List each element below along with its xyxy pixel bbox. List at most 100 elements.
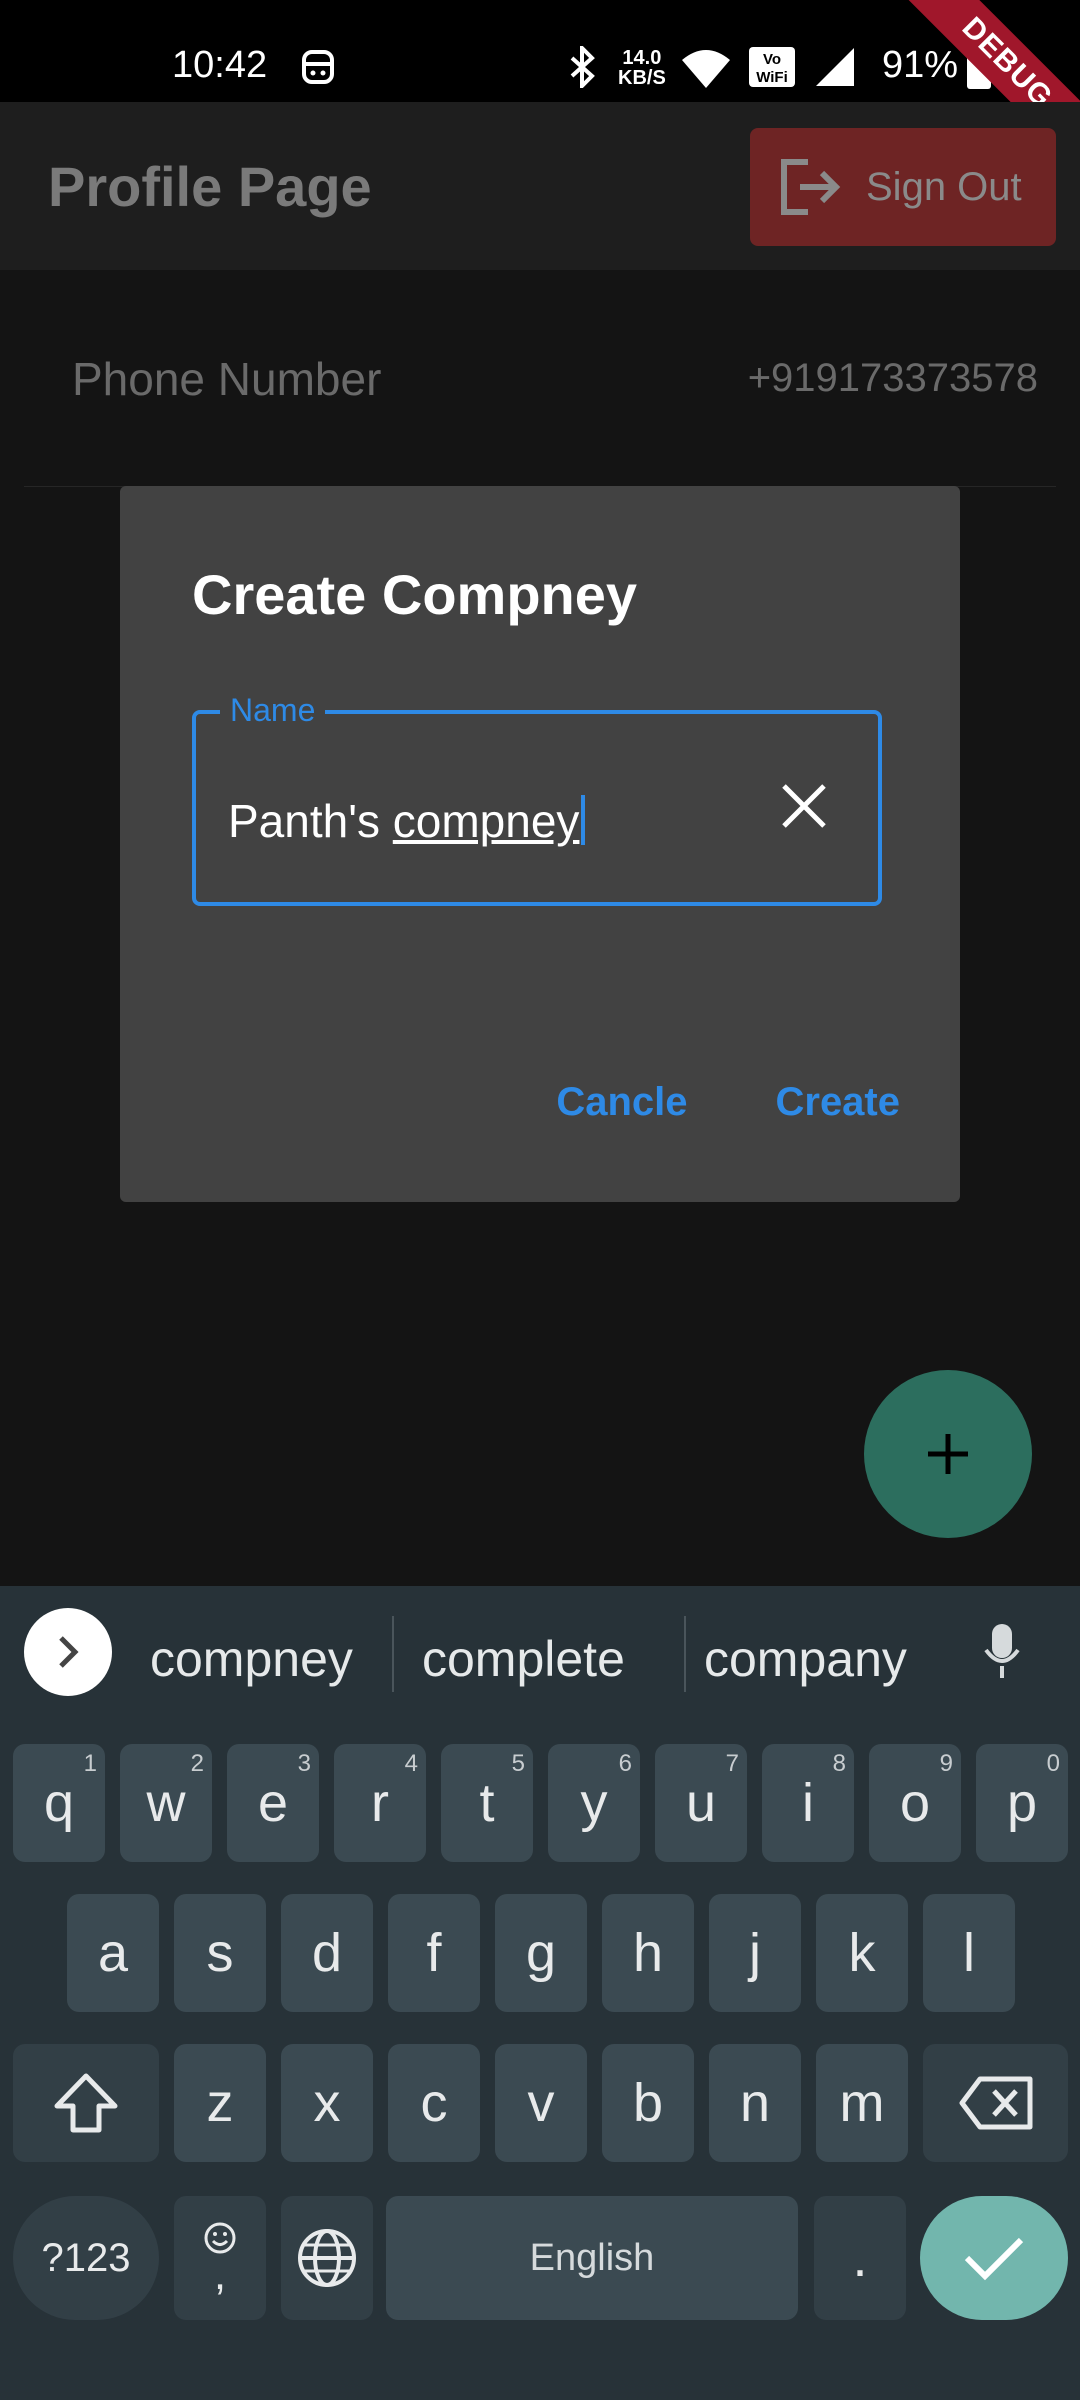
plus-icon <box>928 1434 968 1474</box>
key-w[interactable]: w2 <box>120 1744 212 1862</box>
name-value-composing: compney <box>392 795 580 847</box>
key-e-label: e <box>257 1773 289 1833</box>
create-button[interactable]: Create <box>775 1080 900 1125</box>
enter-key[interactable] <box>920 2196 1068 2320</box>
key-d[interactable]: d <box>281 1894 373 2012</box>
name-field-value[interactable]: Panth's compney <box>228 794 586 848</box>
suggestion-1[interactable]: compney <box>150 1630 353 1688</box>
key-y-hint: 6 <box>618 1750 632 1777</box>
key-w-label: w <box>146 1773 186 1833</box>
name-field-label: Name <box>220 692 326 729</box>
microphone-icon[interactable] <box>984 1622 1020 1682</box>
sign-out-label: Sign Out <box>866 164 1022 209</box>
key-t[interactable]: t5 <box>441 1744 533 1862</box>
key-j[interactable]: j <box>709 1894 801 2012</box>
sign-out-button[interactable]: Sign Out <box>750 128 1056 246</box>
suggestion-bar: compney complete company <box>0 1586 1080 1714</box>
key-z[interactable]: z <box>174 2044 266 2162</box>
suggestion-2[interactable]: complete <box>422 1630 625 1688</box>
period-key[interactable]: . <box>814 2196 906 2320</box>
key-u-label: u <box>685 1773 717 1833</box>
backspace-icon <box>959 2076 1032 2130</box>
expand-toolbar-button[interactable] <box>24 1608 112 1696</box>
key-v[interactable]: v <box>495 2044 587 2162</box>
status-bar: 10:42 14.0 KB/S Vo WiFi 91% DEBUG <box>0 0 1080 177</box>
suggestion-3[interactable]: company <box>704 1630 907 1688</box>
suggestion-divider <box>684 1616 686 1692</box>
key-t-hint: 5 <box>511 1750 525 1777</box>
shift-key[interactable] <box>13 2044 159 2162</box>
signal-icon <box>816 48 854 86</box>
key-r-hint: 4 <box>404 1750 418 1777</box>
dialog-actions: Cancle Create <box>556 1080 900 1125</box>
key-q[interactable]: q1 <box>13 1744 105 1862</box>
key-k[interactable]: k <box>816 1894 908 2012</box>
key-f[interactable]: f <box>388 1894 480 2012</box>
phone-number-value: +919173373578 <box>747 356 1038 400</box>
key-q-label: q <box>43 1773 75 1833</box>
key-m[interactable]: m <box>816 2044 908 2162</box>
key-p[interactable]: p0 <box>976 1744 1068 1862</box>
key-g[interactable]: g <box>495 1894 587 2012</box>
key-w-hint: 2 <box>190 1750 204 1777</box>
suggestion-divider <box>392 1616 394 1692</box>
network-speed-value: 14.0 <box>622 47 662 69</box>
key-a[interactable]: a <box>67 1894 159 2012</box>
shift-icon <box>54 2073 118 2133</box>
key-n[interactable]: n <box>709 2044 801 2162</box>
globe-icon <box>298 2229 356 2287</box>
key-q-hint: 1 <box>83 1750 97 1777</box>
svg-text:WiFi: WiFi <box>756 69 788 86</box>
comma-label: , <box>213 2250 227 2299</box>
key-o-label: o <box>899 1773 931 1833</box>
name-input[interactable]: Name Panth's compney <box>192 692 882 906</box>
key-e[interactable]: e3 <box>227 1744 319 1862</box>
status-time: 10:42 <box>172 44 268 86</box>
key-y-label: y <box>580 1773 608 1833</box>
key-h[interactable]: h <box>602 1894 694 2012</box>
key-x[interactable]: x <box>281 2044 373 2162</box>
assistant-icon <box>302 50 334 84</box>
key-i-hint: 8 <box>832 1750 846 1777</box>
cancel-button[interactable]: Cancle <box>556 1080 687 1125</box>
key-y[interactable]: y6 <box>548 1744 640 1862</box>
text-cursor <box>581 795 586 845</box>
wifi-icon <box>682 50 730 88</box>
checkmark-icon <box>964 2237 1024 2281</box>
logout-icon <box>781 159 841 215</box>
key-r[interactable]: r4 <box>334 1744 426 1862</box>
key-p-label: p <box>1006 1773 1038 1833</box>
network-speed-unit: KB/S <box>618 67 666 89</box>
key-o-hint: 9 <box>939 1750 953 1777</box>
create-company-dialog: Create Compney Name Panth's compney Canc… <box>120 486 960 1202</box>
backspace-key[interactable] <box>923 2044 1068 2162</box>
key-b[interactable]: b <box>602 2044 694 2162</box>
key-e-hint: 3 <box>297 1750 311 1777</box>
page-title: Profile Page <box>48 155 372 218</box>
language-key[interactable] <box>281 2196 373 2320</box>
key-u[interactable]: u7 <box>655 1744 747 1862</box>
svg-text:Vo: Vo <box>763 51 781 68</box>
key-t-label: t <box>479 1773 495 1833</box>
space-key[interactable]: English <box>386 2196 798 2320</box>
bluetooth-icon <box>570 46 595 88</box>
key-i-label: i <box>802 1773 814 1833</box>
key-r-label: r <box>371 1773 389 1833</box>
symbols-key[interactable]: ?123 <box>13 2196 159 2320</box>
key-i[interactable]: i8 <box>762 1744 854 1862</box>
vowifi-icon: Vo WiFi <box>749 47 795 87</box>
key-p-hint: 0 <box>1046 1750 1060 1777</box>
emoji-comma-key[interactable]: , <box>174 2196 266 2320</box>
phone-number-label: Phone Number <box>72 353 382 405</box>
key-o[interactable]: o9 <box>869 1744 961 1862</box>
dialog-title: Create Compney <box>192 563 638 626</box>
key-l[interactable]: l <box>923 1894 1015 2012</box>
battery-percentage: 91% <box>882 44 959 86</box>
add-fab-button[interactable] <box>864 1370 1032 1538</box>
name-value-prefix: Panth's <box>228 795 393 847</box>
key-c[interactable]: c <box>388 2044 480 2162</box>
key-s[interactable]: s <box>174 1894 266 2012</box>
soft-keyboard: compney complete company q1 w2 e3 r4 t5 … <box>0 1586 1080 2400</box>
chevron-right-icon <box>59 1636 79 1668</box>
clear-icon[interactable] <box>774 776 834 836</box>
